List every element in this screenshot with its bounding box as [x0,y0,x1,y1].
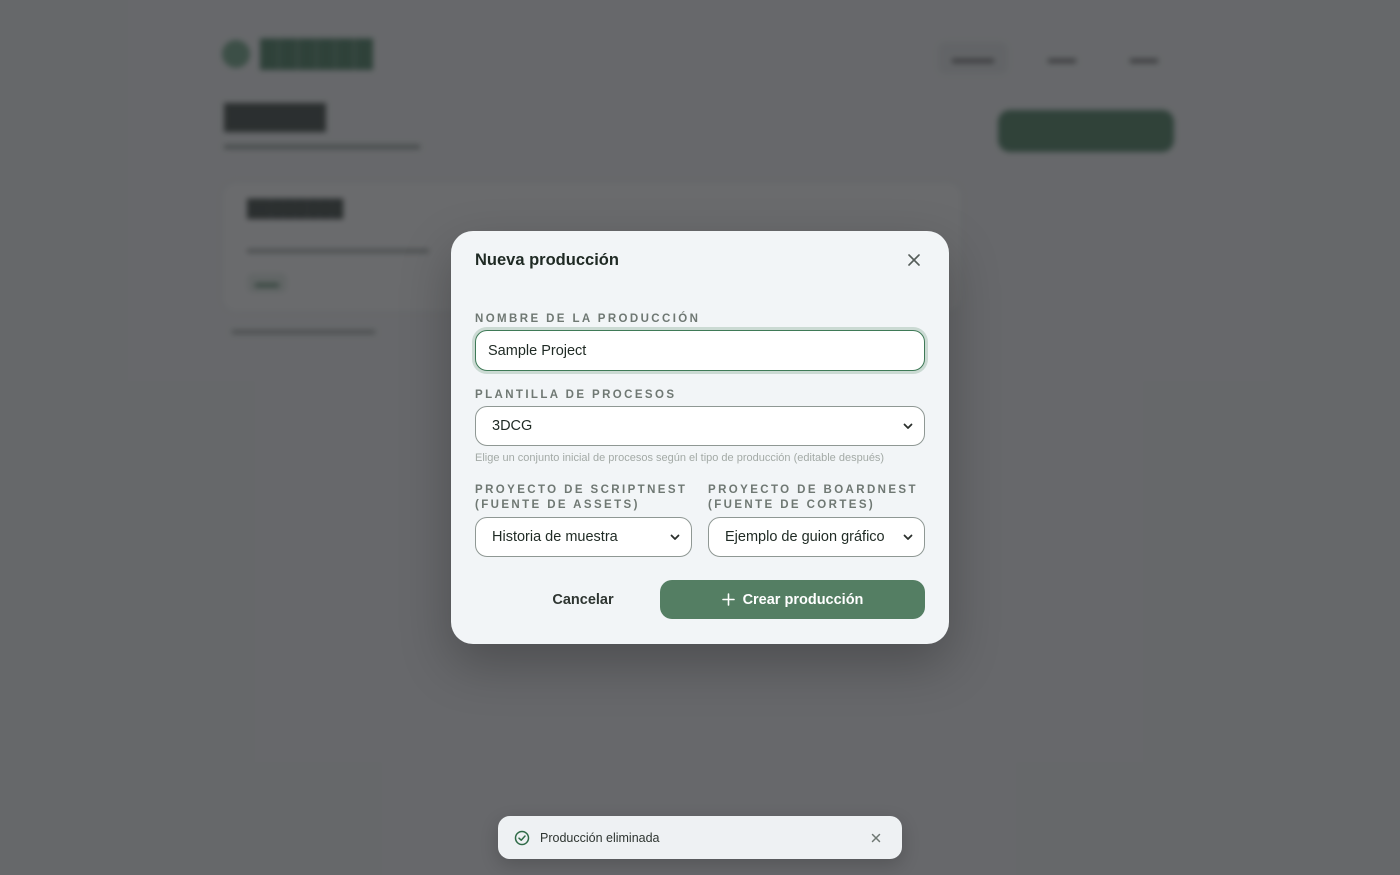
chevron-down-icon [903,423,913,429]
check-circle-icon [514,830,530,846]
scriptnest-project-select[interactable]: Historia de muestra [475,517,692,557]
scriptnest-project-label: PROYECTO DE SCRIPTNEST (FUENTE DE ASSETS… [475,483,687,513]
production-name-label: NOMBRE DE LA PRODUCCIÓN [475,313,701,325]
toast-close-button[interactable] [868,830,884,846]
chevron-down-icon [670,534,680,540]
dialog-title: Nueva producción [475,250,619,269]
boardnest-project-value: Ejemplo de guion gráfico [725,529,885,545]
close-icon [908,254,920,266]
process-template-value: 3DCG [492,418,533,434]
chevron-down-icon [903,534,913,540]
process-template-hint: Elige un conjunto inicial de procesos se… [475,452,885,464]
dialog-header: Nueva producción [475,249,925,271]
cancel-button-label: Cancelar [552,591,614,608]
close-icon [871,833,881,842]
process-template-select[interactable]: 3DCG [475,406,925,446]
production-name-input[interactable] [475,330,925,371]
cancel-button[interactable]: Cancelar [475,580,691,619]
toast-message: Producción eliminada [540,830,660,845]
create-production-button[interactable]: Crear producción [660,580,925,619]
plus-icon [721,593,735,606]
scriptnest-project-value: Historia de muestra [492,529,618,545]
process-template-label: PLANTILLA DE PROCESOS [475,389,677,401]
boardnest-project-label: PROYECTO DE BOARDNEST (FUENTE DE CORTES) [708,483,918,513]
toast-notification: Producción eliminada [498,816,902,859]
create-button-label: Crear producción [742,591,864,608]
boardnest-label-line2: (FUENTE DE CORTES) [708,499,876,511]
close-button[interactable] [903,249,925,271]
boardnest-project-select[interactable]: Ejemplo de guion gráfico [708,517,925,557]
scriptnest-label-line2: (FUENTE DE ASSETS) [475,499,640,511]
scriptnest-label-line1: PROYECTO DE SCRIPTNEST [475,484,688,496]
new-production-dialog: Nueva producción NOMBRE DE LA PRODUCCIÓN… [451,231,949,644]
boardnest-label-line1: PROYECTO DE BOARDNEST [708,484,918,496]
